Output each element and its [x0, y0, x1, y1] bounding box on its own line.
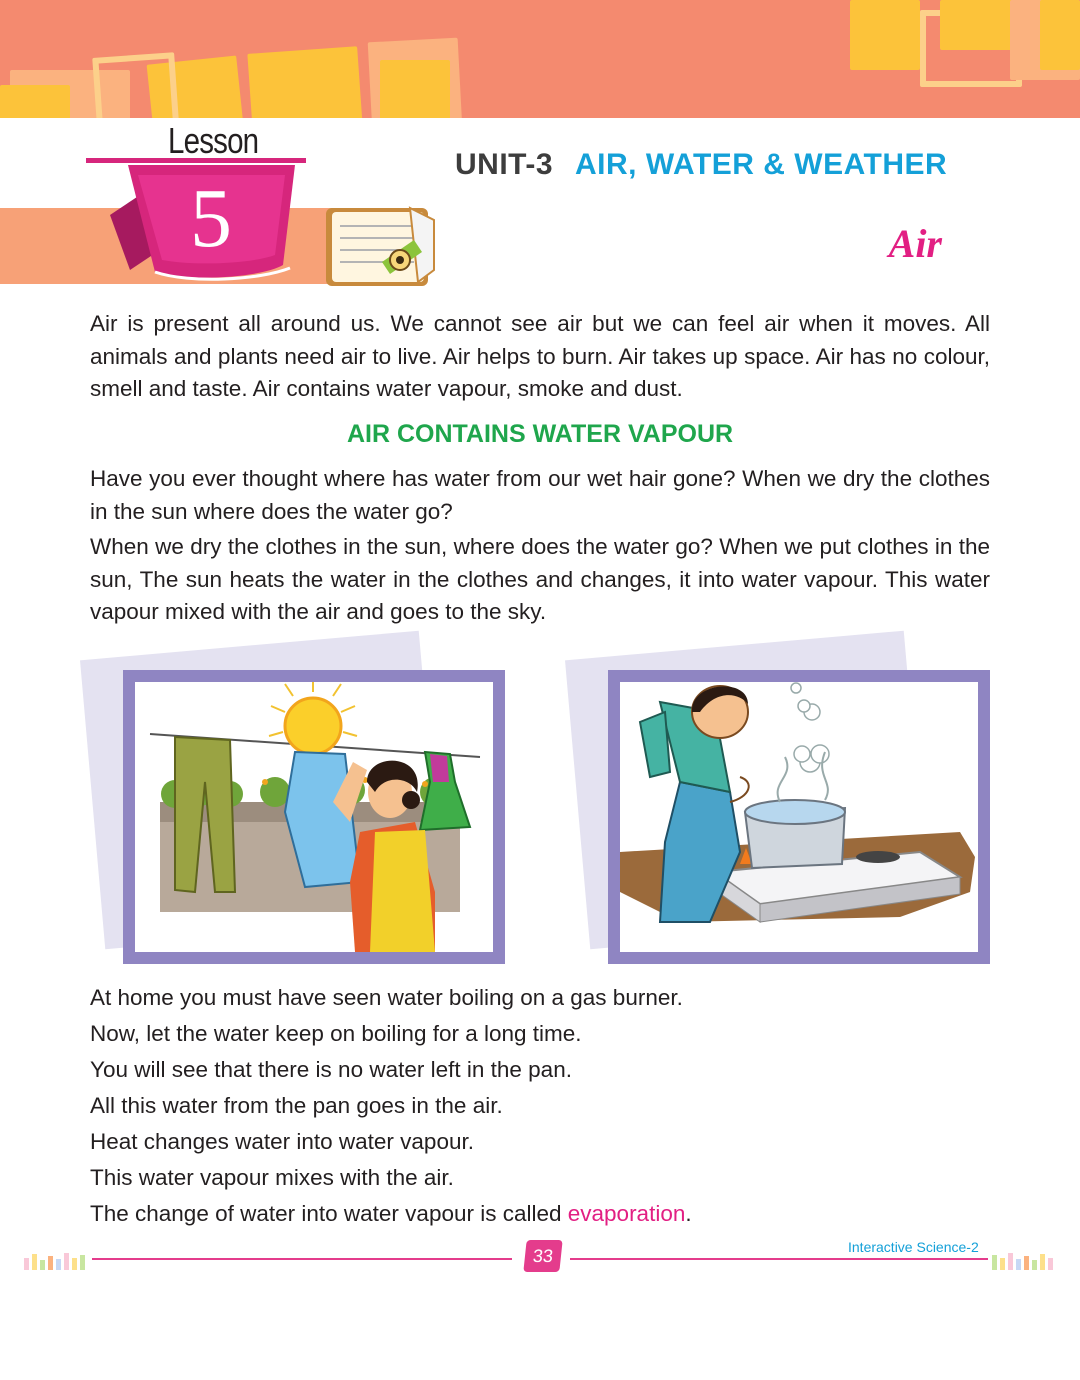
- unit-title: AIR, WATER & WEATHER: [575, 148, 948, 181]
- line-item: Now, let the water keep on boiling for a…: [90, 1021, 582, 1046]
- definition-period: .: [685, 1201, 692, 1226]
- footer-rule-right: [570, 1258, 988, 1260]
- lesson-divider: [86, 158, 306, 163]
- paragraph-hair-question: Have you ever thought where has water fr…: [90, 466, 990, 524]
- line-item: All this water from the pan goes in the …: [90, 1093, 503, 1118]
- line-item: You will see that there is no water left…: [90, 1057, 572, 1082]
- unit-label: UNIT-3: [455, 148, 554, 181]
- section-heading: AIR CONTAINS WATER VAPOUR: [346, 420, 734, 448]
- intro-paragraph: Air is present all around us. We cannot …: [90, 311, 990, 401]
- notepad-pencil-icon: [326, 206, 435, 286]
- footer-decoration-right-icon: [992, 1253, 1053, 1270]
- evaporation-lines: At home you must have seen water boiling…: [90, 980, 990, 1232]
- unit-heading: UNIT-3 AIR, WATER & WEATHER: [455, 148, 947, 182]
- definition-text: The change of water into water vapour is…: [90, 1201, 568, 1226]
- header-banner: [0, 0, 1080, 118]
- footer-rule-left: [92, 1258, 512, 1260]
- line-item: Heat changes water into water vapour.: [90, 1129, 474, 1154]
- lesson-label: Lesson: [168, 120, 259, 161]
- paragraph-clothes-drying: When we dry the clothes in the sun, wher…: [90, 534, 990, 624]
- evaporation-definition: The change of water into water vapour is…: [90, 1196, 990, 1232]
- evaporation-term: evaporation: [567, 1201, 686, 1226]
- illustration-drying-clothes: [123, 670, 505, 964]
- line-item: At home you must have seen water boiling…: [90, 985, 683, 1010]
- line-item: This water vapour mixes with the air.: [90, 1165, 454, 1190]
- page-number: 33: [523, 1240, 563, 1272]
- illustration-boiling-water: [608, 670, 990, 964]
- book-title: Interactive Science-2: [848, 1239, 979, 1255]
- topic-title: Air: [888, 221, 942, 266]
- footer-decoration-left-icon: [24, 1253, 85, 1270]
- lesson-number: 5: [190, 172, 232, 265]
